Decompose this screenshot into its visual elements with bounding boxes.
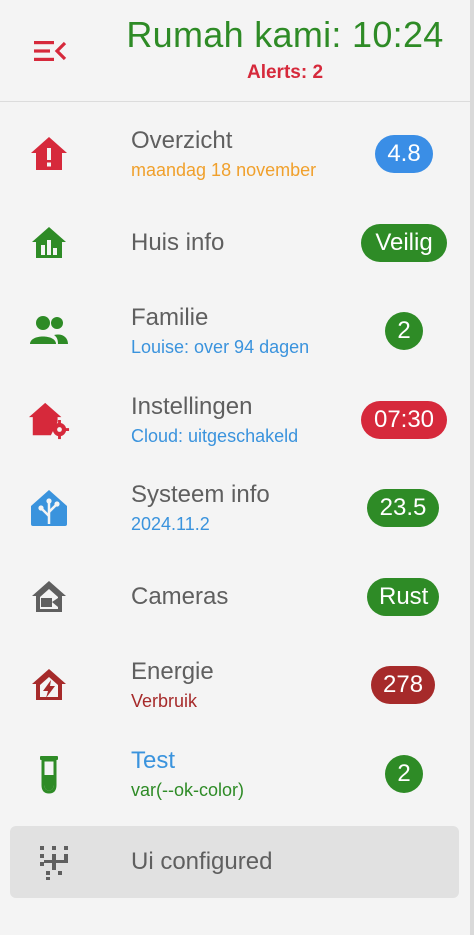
status-badge: 23.5 (367, 489, 439, 528)
alerts-count: Alerts: 2 (246, 62, 324, 83)
nav-item-huis-info[interactable]: Huis info Veilig (0, 199, 470, 288)
nav-item-cameras[interactable]: Cameras Rust (0, 553, 470, 642)
nav-item-label: Familie (131, 304, 209, 332)
nav-item-label: Ui configured (131, 848, 273, 875)
nav-item-label: Cameras (131, 582, 229, 610)
nav-item-systeem-info[interactable]: Systeem info 2024.11.2 23.5 (0, 464, 470, 553)
status-badge: 278 (371, 666, 435, 705)
nav-item-sublabel: 2024.11.2 (131, 514, 210, 535)
nav-item-instellingen[interactable]: Instellingen Cloud: uitgeschakeld 07:30 (0, 376, 470, 465)
test-tube-icon (28, 753, 70, 795)
nav-list: Overzicht maandag 18 november 4.8 Huis i… (0, 110, 470, 818)
hashtag-grid-icon (34, 841, 76, 883)
nav-item-ui-configured[interactable]: Ui configured (10, 826, 459, 898)
nav-item-label: Systeem info (131, 481, 270, 509)
header: Rumah kami: 10:24 Alerts: 2 (0, 0, 470, 102)
status-badge: Rust (367, 577, 439, 616)
home-cog-icon (28, 399, 70, 441)
nav-item-label: Test (131, 746, 176, 774)
home-alert-icon (28, 133, 70, 175)
nav-item-energie[interactable]: Energie Verbruik 278 (0, 641, 470, 730)
nav-item-sublabel: Cloud: uitgeschakeld (131, 425, 299, 446)
nav-item-sublabel: Verbruik (131, 691, 198, 712)
page-title: Rumah kami: 10:24 (126, 14, 444, 55)
status-badge: 4.8 (375, 135, 433, 174)
status-badge: Veilig (361, 223, 447, 262)
nav-item-label: Overzicht (131, 127, 233, 155)
account-group-icon (28, 310, 70, 352)
home-camera-icon (28, 576, 70, 618)
home-assistant-icon (28, 487, 70, 529)
nav-item-label: Instellingen (131, 392, 253, 420)
home-analytics-icon (28, 222, 70, 264)
sidebar-edge (470, 0, 474, 935)
nav-item-label: Energie (131, 658, 214, 686)
nav-item-label: Huis info (131, 228, 225, 256)
home-lightning-icon (28, 664, 70, 706)
status-badge: 2 (385, 754, 423, 793)
nav-item-overzicht[interactable]: Overzicht maandag 18 november 4.8 (0, 110, 470, 199)
nav-item-sublabel: Louise: over 94 dagen (131, 337, 310, 358)
menu-open-icon[interactable] (30, 34, 70, 68)
nav-item-sublabel: var(--ok-color) (131, 779, 245, 800)
status-badge: 07:30 (361, 400, 447, 439)
nav-item-familie[interactable]: Familie Louise: over 94 dagen 2 (0, 287, 470, 376)
nav-item-sublabel: maandag 18 november (131, 160, 317, 181)
status-badge: 2 (385, 312, 423, 351)
nav-item-test[interactable]: Test var(--ok-color) 2 (0, 730, 470, 819)
